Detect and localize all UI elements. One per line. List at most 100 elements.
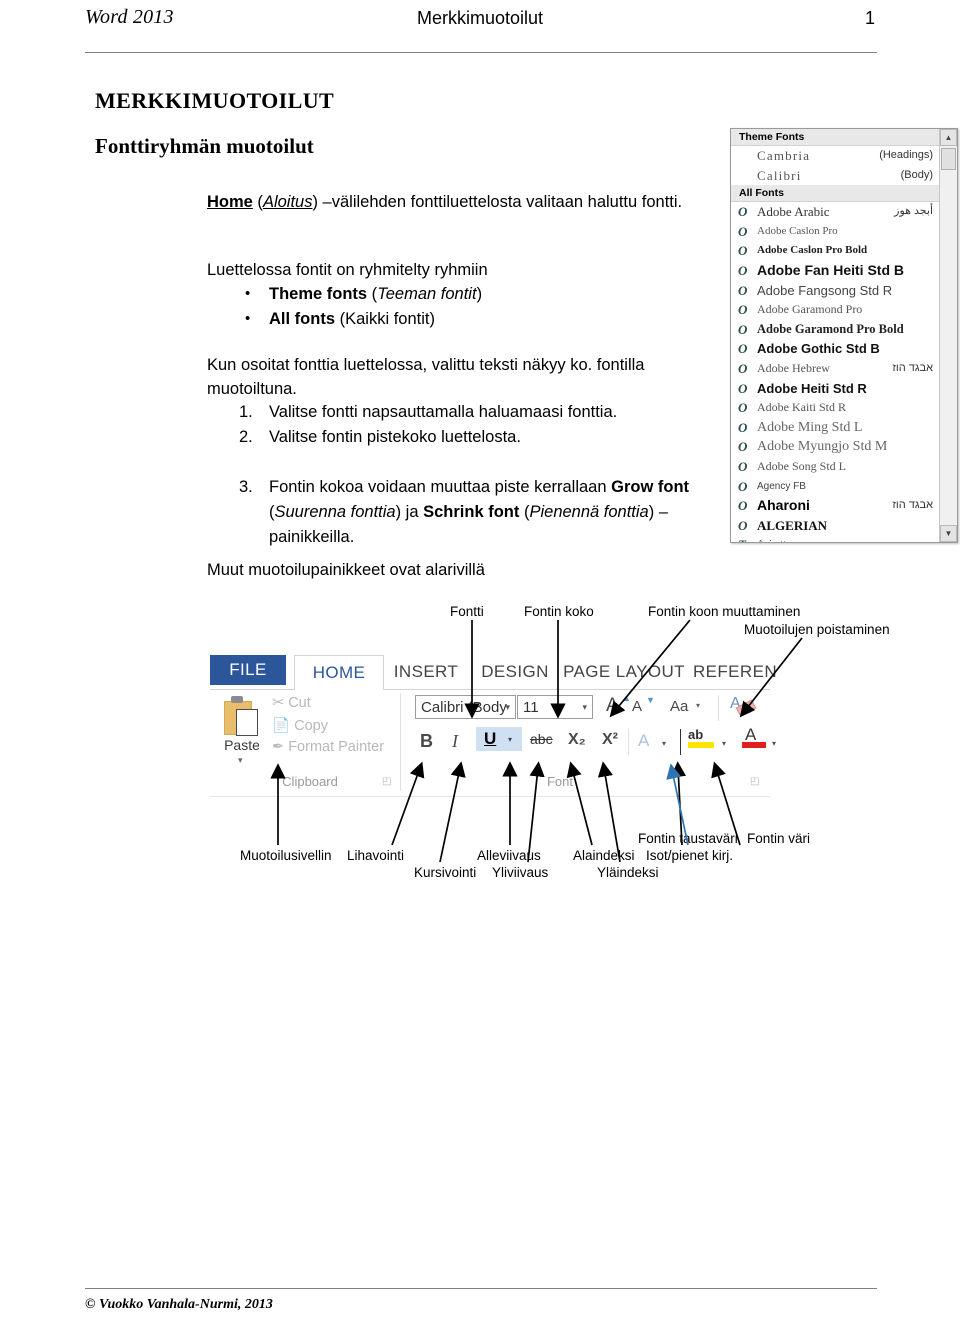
clear-formatting-button[interactable]: A — [730, 695, 757, 717]
font-item-label: Adobe Fan Heiti Std B — [757, 261, 904, 278]
subscript-button[interactable]: X₂ — [568, 731, 586, 749]
font-item-adobe-kaiti-std-r[interactable]: O Adobe Kaiti Std R — [731, 398, 939, 418]
bullet-1-bold: Theme fonts — [269, 285, 368, 303]
word-ribbon-screenshot[interactable]: FILE HOME INSERT DESIGN PAGE LAYOUT REFE… — [210, 655, 777, 805]
opentype-icon: O — [738, 360, 748, 376]
font-item-label: Aharoni — [757, 497, 810, 514]
paste-icon[interactable] — [224, 695, 258, 736]
font-item-adobe-gothic-std-b[interactable]: O Adobe Gothic Std B — [731, 339, 939, 359]
opentype-icon: O — [738, 302, 748, 318]
callout-kursivointi: Kursivointi — [414, 865, 477, 880]
font-item-anisette[interactable]: T Anisette — [731, 535, 939, 542]
chevron-down-icon[interactable]: ▾ — [508, 735, 512, 744]
text-highlight-color-button[interactable]: ab — [688, 727, 716, 751]
font-item-adobe-ming-std-l[interactable]: O Adobe Ming Std L — [731, 418, 939, 438]
chevron-down-icon[interactable]: ▾ — [696, 701, 700, 710]
font-dialog-launcher-icon[interactable]: ◰ — [750, 776, 759, 787]
font-item-aharoni[interactable]: O Aharoni אבגד הוז — [731, 496, 939, 516]
opentype-icon: O — [738, 478, 748, 494]
tab-file[interactable]: FILE — [210, 655, 286, 685]
cut-button[interactable]: ✂ Cut — [272, 695, 311, 711]
step-1-text: Valitse fontti napsauttamalla haluamaasi… — [269, 403, 618, 421]
paragraph-other-buttons: Muut muotoilupainikkeet ovat alarivillä — [207, 561, 485, 579]
font-name-value: Calibri (Body — [421, 699, 507, 716]
change-case-button[interactable]: Aa — [670, 698, 688, 715]
font-item-adobe-song-std-l[interactable]: O Adobe Song Std L — [731, 457, 939, 477]
opentype-icon: O — [738, 243, 748, 259]
font-item-tag: (Body) — [900, 168, 933, 181]
strikethrough-button[interactable]: abc — [530, 731, 553, 747]
ribbon-bottom-rule — [210, 796, 770, 797]
font-dropdown-scrollbar[interactable]: ▲ ▼ — [939, 129, 957, 542]
tab-insert[interactable]: INSERT — [382, 655, 470, 689]
font-item-adobe-caslon-pro[interactable]: O Adobe Caslon Pro — [731, 222, 939, 242]
chevron-down-icon[interactable]: ▾ — [722, 739, 726, 748]
font-item-adobe-myungjo-std-m[interactable]: O Adobe Myungjo Std M — [731, 437, 939, 457]
font-size-value: 11 — [523, 699, 539, 716]
copy-label: Copy — [294, 718, 328, 734]
p1-paren-open: ( — [252, 193, 263, 211]
opentype-icon: O — [738, 400, 748, 416]
font-item-cambria[interactable]: Cambria (Headings) — [731, 146, 939, 166]
font-item-adobe-caslon-pro-bold[interactable]: O Adobe Caslon Pro Bold — [731, 241, 939, 261]
font-item-label: Adobe Kaiti Std R — [757, 400, 846, 415]
ribbon-tab-bar[interactable]: FILE HOME INSERT DESIGN PAGE LAYOUT REFE… — [210, 655, 777, 690]
font-item-adobe-arabic[interactable]: O Adobe Arabic أبجد هوز — [731, 202, 939, 222]
chevron-down-icon[interactable]: ▾ — [772, 739, 776, 748]
scrollbar-thumb[interactable] — [941, 148, 956, 170]
font-item-label: Adobe Gothic Std B — [757, 341, 880, 357]
chevron-down-icon[interactable]: ▾ — [582, 702, 587, 713]
chevron-down-icon[interactable]: ▾ — [662, 739, 666, 748]
font-dropdown-list[interactable]: Theme Fonts Cambria (Headings) Calibri (… — [731, 129, 939, 542]
bold-button[interactable]: B — [420, 731, 433, 752]
step-3-t4: ( — [519, 503, 530, 521]
font-group-bullets: Theme fonts (Teeman fontit) All fonts (K… — [207, 281, 707, 332]
bullet-2-bold: All fonts — [269, 310, 335, 328]
tab-references[interactable]: REFEREN — [690, 655, 780, 689]
font-item-agency-fb[interactable]: O Agency FB — [731, 477, 939, 497]
font-item-adobe-fangsong-std-r[interactable]: O Adobe Fangsong Std R — [731, 281, 939, 301]
font-dropdown-screenshot[interactable]: Theme Fonts Cambria (Headings) Calibri (… — [730, 128, 958, 543]
tab-design[interactable]: DESIGN — [472, 655, 558, 689]
p1-italic-aloitus: Aloitus — [262, 193, 313, 211]
font-color-button[interactable]: A — [742, 725, 768, 751]
chevron-down-icon[interactable]: ▾ — [505, 702, 510, 713]
header-center-title: Merkkimuotoilut — [416, 8, 544, 28]
opentype-icon: O — [738, 458, 748, 474]
font-item-algerian[interactable]: O ALGERIAN — [731, 516, 939, 536]
superscript-button[interactable]: X² — [602, 731, 618, 749]
all-fonts-rows[interactable]: O Adobe Arabic أبجد هوز O Adobe Caslon Pro O A… — [731, 202, 939, 542]
scroll-down-icon[interactable]: ▼ — [940, 525, 957, 542]
list-item: All fonts (Kaikki fontit) — [207, 306, 707, 332]
shrink-font-button[interactable]: A — [632, 698, 642, 715]
grow-font-button[interactable]: A — [606, 695, 619, 717]
font-name-combobox[interactable]: Calibri (Body ▾ — [415, 695, 516, 719]
font-item-adobe-fan-heiti-std-b[interactable]: O Adobe Fan Heiti Std B — [731, 261, 939, 281]
paste-button-label[interactable]: Paste — [218, 737, 266, 753]
scroll-up-icon[interactable]: ▲ — [940, 129, 957, 146]
font-item-label: Anisette — [757, 535, 790, 542]
font-item-adobe-hebrew[interactable]: O Adobe Hebrew אבגד הוז — [731, 359, 939, 379]
font-item-label: Adobe Caslon Pro Bold — [757, 244, 868, 257]
clipboard-dialog-launcher-icon[interactable]: ◰ — [382, 776, 391, 787]
font-size-combobox[interactable]: 11 ▾ — [517, 695, 593, 719]
tab-page-layout[interactable]: PAGE LAYOUT — [560, 655, 688, 689]
underline-button[interactable]: U ▾ — [476, 727, 522, 751]
group-separator — [680, 729, 681, 755]
font-item-calibri[interactable]: Calibri (Body) — [731, 166, 939, 186]
chevron-down-icon[interactable]: ▾ — [238, 755, 243, 766]
page-title: MERKKIMUOTOILUT — [95, 88, 335, 113]
tab-home[interactable]: HOME — [294, 655, 384, 690]
font-item-adobe-garamond-pro-bold[interactable]: O Adobe Garamond Pro Bold — [731, 320, 939, 340]
font-item-label: Adobe Myungjo Std M — [757, 439, 888, 455]
font-item-label: Agency FB — [757, 480, 806, 492]
format-painter-button[interactable]: ✒ Format Painter — [272, 739, 384, 755]
font-item-adobe-garamond-pro[interactable]: O Adobe Garamond Pro — [731, 300, 939, 320]
list-item: 1. Valitse fontti napsauttamalla haluamaa… — [207, 400, 727, 425]
font-item-adobe-heiti-std-r[interactable]: O Adobe Heiti Std R — [731, 379, 939, 399]
copy-button[interactable]: 📄 Copy — [272, 717, 328, 734]
scissors-icon: ✂ — [272, 695, 285, 711]
italic-button[interactable]: I — [452, 731, 458, 752]
callout-alleviivaus: Alleviivaus — [477, 848, 541, 863]
text-effects-button[interactable]: A — [638, 731, 649, 751]
